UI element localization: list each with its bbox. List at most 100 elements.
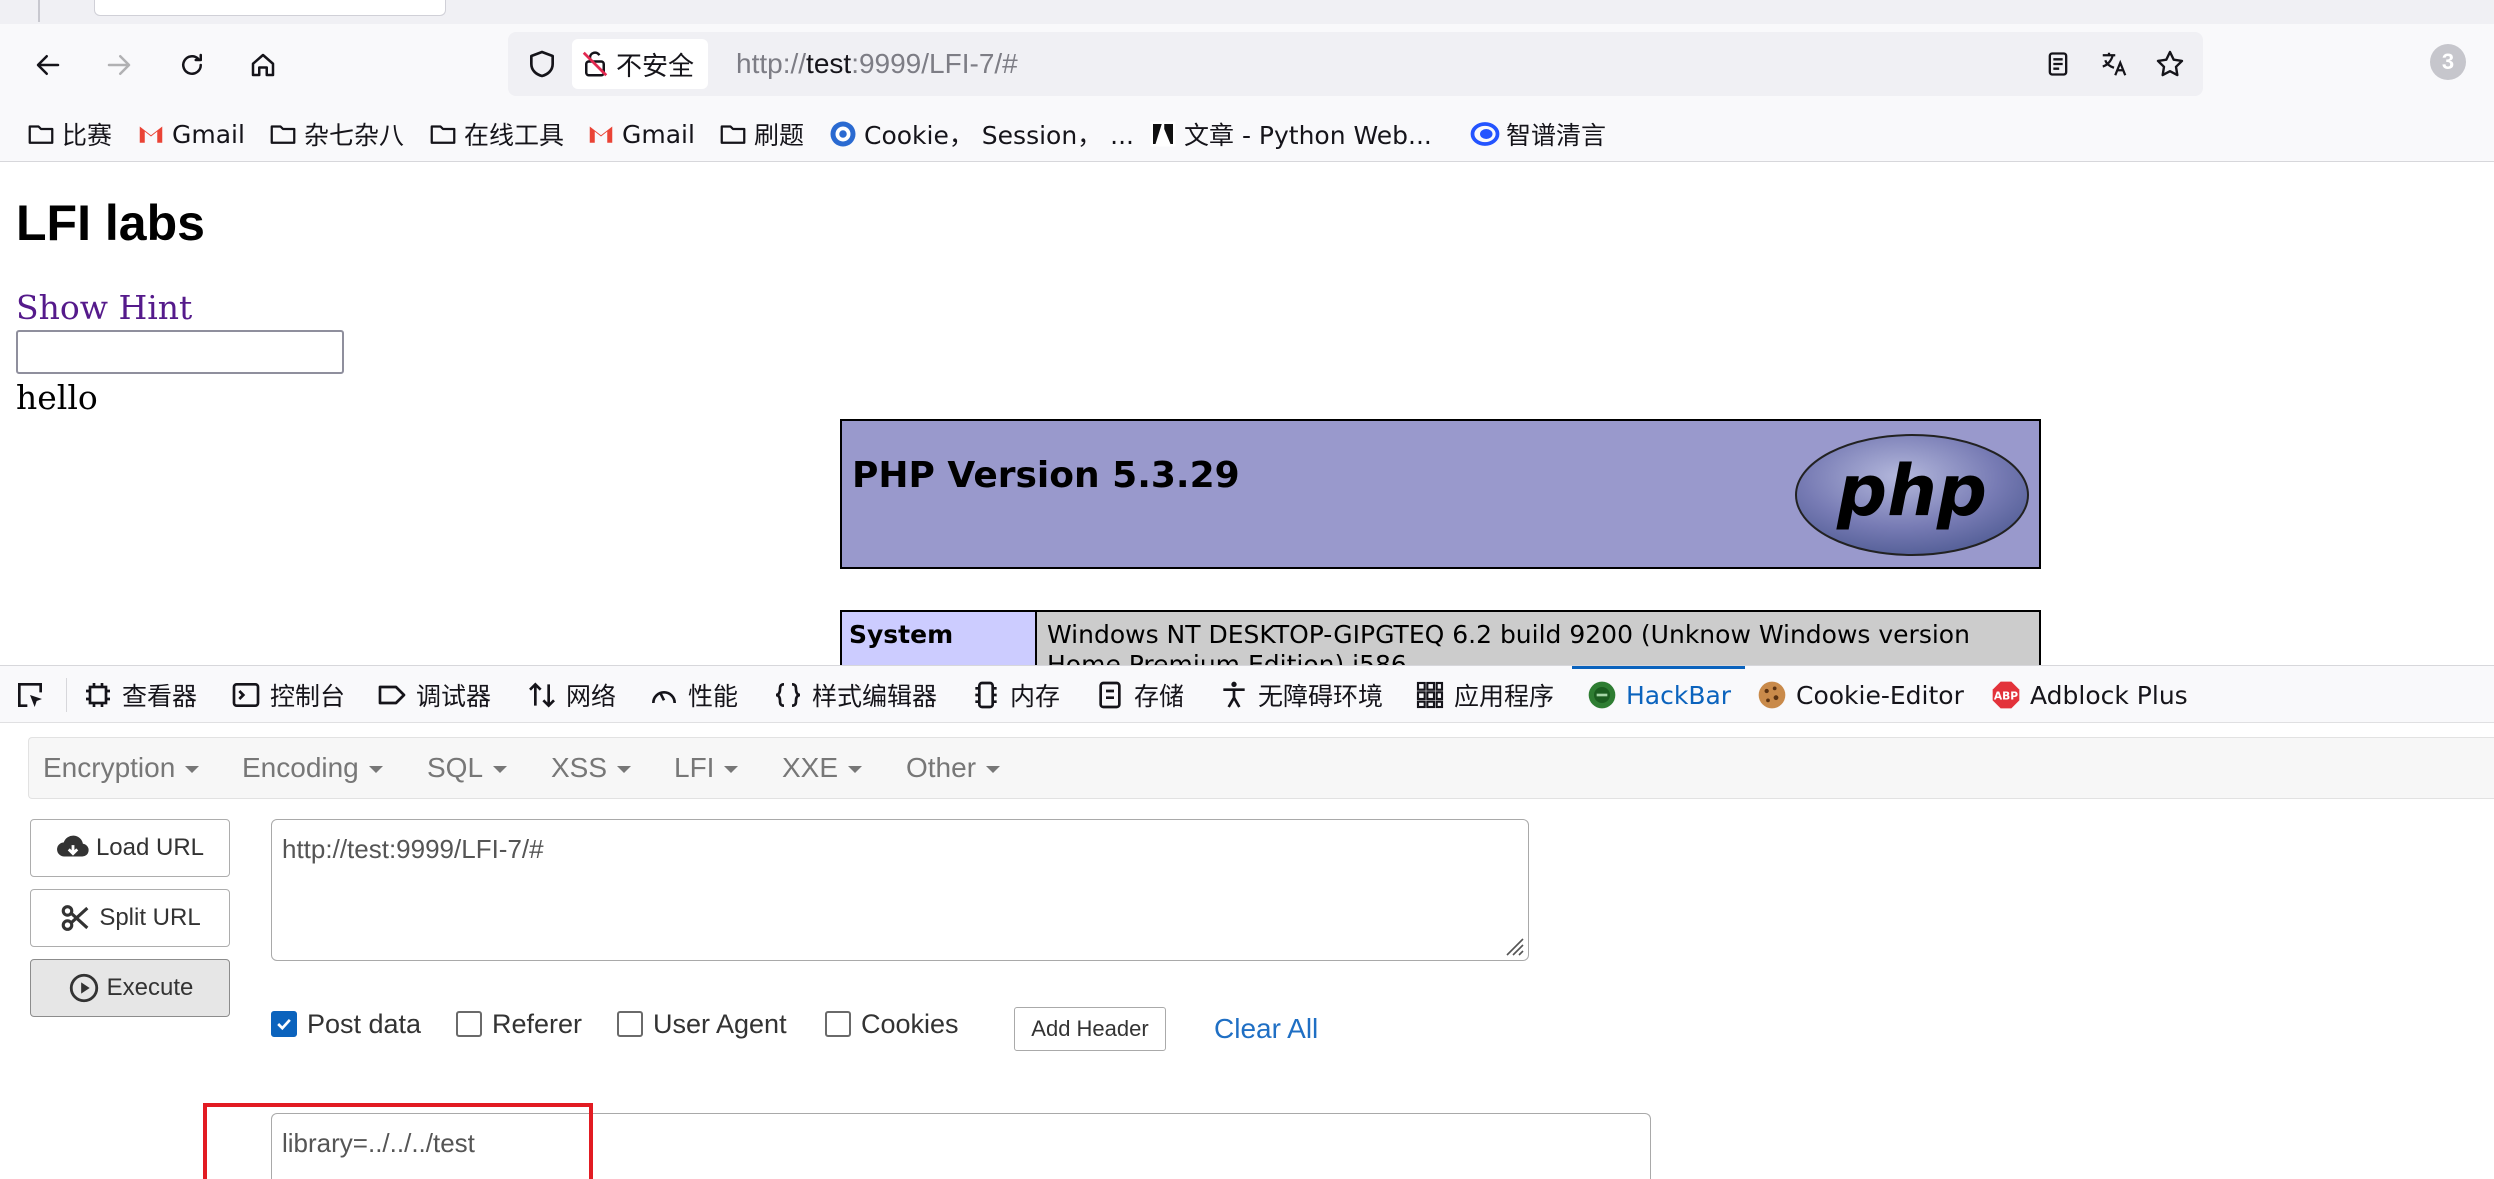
devtools-tab-label: HackBar	[1626, 680, 1732, 710]
forward-arrow-icon	[107, 55, 131, 75]
url-prefix: http://	[736, 48, 807, 79]
devtools-tab-adblock-plus[interactable]: ABP Adblock Plus	[1990, 666, 2188, 724]
accessibility-icon	[1223, 681, 1245, 708]
devtools-tab-label: 调试器	[416, 682, 492, 711]
devtools-tab-console[interactable]: 控制台	[230, 666, 345, 724]
bookmark-item[interactable]: Cookie， Session， ...	[828, 106, 1134, 162]
devtools-tab-storage[interactable]: 存储	[1094, 666, 1184, 724]
devtools-tab-memory[interactable]: 内存	[970, 666, 1060, 724]
bookmark-item[interactable]: 比赛	[26, 106, 112, 162]
reader-view-button[interactable]	[2040, 46, 2076, 82]
menu-encryption[interactable]: Encryption	[43, 738, 200, 798]
caret-down-icon	[724, 766, 739, 774]
url-rest: :9999/LFI-7/#	[851, 48, 1018, 79]
user-agent-checkbox[interactable]	[617, 1011, 643, 1037]
element-picker-icon	[18, 683, 42, 707]
post-data-option[interactable]: Post data	[271, 1007, 421, 1041]
caret-down-icon	[368, 766, 383, 774]
menu-sql[interactable]: SQL	[427, 738, 508, 798]
devtools-tab-label: 应用程序	[1454, 682, 1555, 711]
split-url-button[interactable]: Split URL	[30, 889, 230, 947]
bookmark-item[interactable]: 智谱清言	[1470, 106, 1606, 162]
home-button[interactable]	[241, 43, 285, 87]
menu-xxe[interactable]: XXE	[782, 738, 863, 798]
devtools-tab-network[interactable]: 网络	[526, 666, 616, 724]
network-icon	[529, 682, 555, 708]
php-logo-text: php	[1836, 450, 1987, 532]
tracking-protection-shield-icon[interactable]	[526, 48, 558, 80]
execute-button[interactable]: Execute	[30, 959, 230, 1017]
devtools-tab-application[interactable]: 应用程序	[1414, 666, 1554, 724]
devtools-tab-style-editor[interactable]: 样式编辑器	[772, 666, 937, 724]
forward-button[interactable]	[97, 43, 141, 87]
gmail-icon	[139, 126, 163, 143]
bookmark-label: Cookie， Session， ...	[864, 121, 1134, 150]
load-url-button[interactable]: Load URL	[30, 819, 230, 877]
split-url-label: Split URL	[99, 904, 201, 931]
url-textarea[interactable]: http://test:9999/LFI-7/#	[271, 819, 1529, 961]
user-agent-label: User Agent	[653, 1008, 787, 1039]
inspector-icon	[86, 683, 110, 707]
site-icon	[830, 121, 856, 147]
browser-tab[interactable]	[94, 0, 446, 16]
load-url-label: Load URL	[95, 834, 205, 861]
cookies-checkbox[interactable]	[825, 1011, 851, 1037]
devtools-tab-label: 存储	[1134, 682, 1185, 711]
tab-separator	[38, 0, 40, 22]
bookmark-item[interactable]: Gmail	[586, 106, 695, 162]
show-hint-link[interactable]: Show Hint	[16, 288, 192, 327]
menu-label: Encryption	[43, 752, 176, 783]
devtools-tab-label: Cookie-Editor	[1796, 680, 1964, 710]
bookmark-item[interactable]: 刷题	[718, 106, 804, 162]
back-button[interactable]	[26, 43, 70, 87]
php-logo: php	[1795, 434, 2029, 556]
caret-down-icon	[848, 766, 863, 774]
devtools-tab-hackbar[interactable]: HackBar	[1571, 666, 1746, 724]
devtools-tab-inspector[interactable]: 查看器	[82, 666, 197, 724]
devtools-tab-debugger[interactable]: 调试器	[376, 666, 491, 724]
devtools-tab-accessibility[interactable]: 无障碍环境	[1218, 666, 1383, 724]
devtools-tab-bar: 查看器 控制台 调试器 网络 性能 样式编辑器 内存 存储 无障碍环境 应用程序…	[0, 665, 2494, 723]
bookmark-star-button[interactable]	[2152, 46, 2188, 82]
menu-xss[interactable]: XSS	[551, 738, 632, 798]
devtools-tab-performance[interactable]: 性能	[648, 666, 738, 724]
bookmark-item[interactable]: 在线工具	[428, 106, 564, 162]
menu-other[interactable]: Other	[906, 738, 1001, 798]
insecure-lock-icon	[582, 51, 608, 77]
style-editor-icon	[775, 683, 801, 707]
url-bar[interactable]: 不安全 http://test:9999/LFI-7/#	[508, 32, 2203, 96]
add-header-button[interactable]: Add Header	[1014, 1007, 1166, 1051]
chatglm-icon	[1470, 122, 1500, 146]
referer-option[interactable]: Referer	[456, 1007, 582, 1041]
page-title: LFI labs	[16, 195, 205, 251]
hint-input[interactable]	[16, 330, 344, 374]
referer-checkbox[interactable]	[456, 1011, 482, 1037]
bookmark-item[interactable]: 文章 - Python Web...	[1148, 106, 1432, 162]
user-agent-option[interactable]: User Agent	[617, 1007, 787, 1041]
element-picker-button[interactable]	[14, 666, 46, 724]
svg-text:ABP: ABP	[1994, 690, 2018, 703]
translate-button[interactable]	[2096, 46, 2132, 82]
reload-button[interactable]	[170, 43, 214, 87]
tab-count-badge[interactable]: 3	[2430, 44, 2466, 80]
cookies-option[interactable]: Cookies	[825, 1007, 959, 1041]
play-circle-icon	[69, 973, 98, 1003]
resize-grip-icon[interactable]	[1501, 933, 1525, 957]
cloud-download-icon	[57, 835, 89, 857]
devtools-tab-label: 无障碍环境	[1258, 682, 1384, 711]
url-text[interactable]: http://test:9999/LFI-7/#	[736, 32, 1018, 96]
menu-lfi[interactable]: LFI	[674, 738, 739, 798]
connection-not-secure-indicator[interactable]: 不安全	[572, 39, 709, 89]
bookmark-item[interactable]: Gmail	[136, 106, 245, 162]
bookmarks-toolbar: 比赛 Gmail 杂七杂八 在线工具 Gmail 刷题 Cookie， Sess…	[0, 106, 2494, 162]
storage-icon	[1099, 681, 1121, 709]
devtools-tab-cookie-editor[interactable]: Cookie-Editor	[1756, 666, 1964, 724]
post-data-checkbox[interactable]	[271, 1011, 297, 1037]
reader-view-icon	[2048, 52, 2068, 76]
tab-strip	[0, 0, 2494, 24]
menu-encoding[interactable]: Encoding	[242, 738, 383, 798]
bookmark-item[interactable]: 杂七杂八	[268, 106, 404, 162]
hackbar-panel: Encryption Encoding SQL XSS LFI XXE Othe…	[0, 723, 2494, 1179]
phpinfo-header: PHP Version 5.3.29 php	[840, 419, 2041, 569]
clear-all-link[interactable]: Clear All	[1214, 1007, 1318, 1051]
